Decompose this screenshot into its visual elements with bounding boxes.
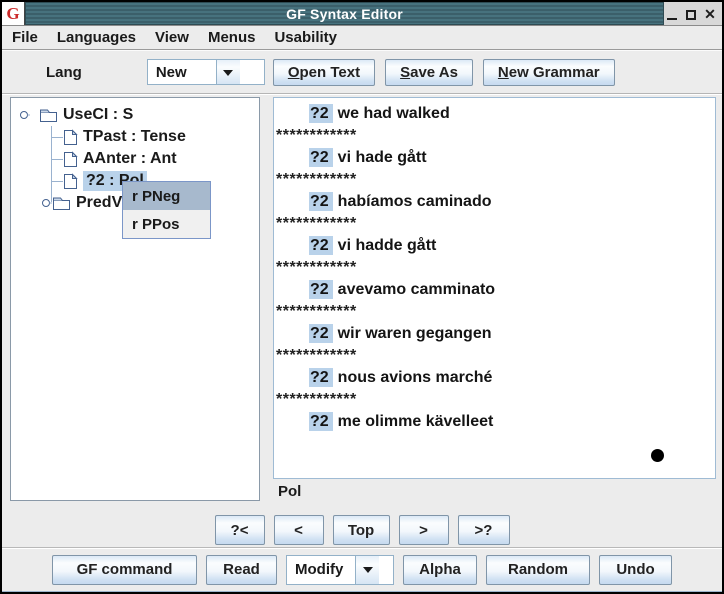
nav-top-button[interactable]: Top bbox=[333, 515, 390, 545]
refinement-popup-menu: r PNeg r PPos bbox=[122, 181, 211, 239]
separator-line: ************ bbox=[274, 301, 715, 323]
sentence-line-swedish: ?2 vi hade gått bbox=[274, 147, 715, 169]
metavariable-token[interactable]: ?2 bbox=[309, 104, 333, 123]
syntax-tree-panel[interactable]: UseCI : S TPast : Tense AAnter : Ant ?2 … bbox=[10, 97, 260, 501]
title-strip[interactable]: GF Syntax Editor bbox=[25, 2, 664, 25]
sentence-line-french: ?2 nous avions marché bbox=[274, 367, 715, 389]
separator-line: ************ bbox=[274, 125, 715, 147]
status-bar: Pol bbox=[273, 479, 716, 503]
tree-node-tpast[interactable]: TPast : Tense bbox=[63, 126, 259, 148]
window-title: GF Syntax Editor bbox=[286, 6, 403, 22]
sentence-line-norwegian: ?2 vi hadde gått bbox=[274, 235, 715, 257]
close-icon[interactable]: ✕ bbox=[704, 8, 716, 20]
sentence-text: we had walked bbox=[338, 105, 450, 122]
new-grammar-button[interactable]: New Grammar bbox=[483, 59, 615, 86]
lang-combobox[interactable]: New bbox=[147, 59, 265, 85]
main-area: UseCI : S TPast : Tense AAnter : Ant ?2 … bbox=[2, 94, 722, 509]
chevron-down-icon[interactable] bbox=[216, 60, 240, 84]
tree-node-label: AAnter : Ant bbox=[83, 150, 177, 168]
sentence-text: wir waren gegangen bbox=[338, 325, 492, 342]
sentence-line-german: ?2 wir waren gegangen bbox=[274, 323, 715, 345]
gf-command-button[interactable]: GF command bbox=[52, 555, 197, 585]
metavariable-token[interactable]: ?2 bbox=[309, 412, 333, 431]
undo-button[interactable]: Undo bbox=[599, 555, 672, 585]
sentence-line-finnish: ?2 me olimme kävelleet bbox=[274, 411, 715, 433]
open-text-button[interactable]: Open Text bbox=[273, 59, 375, 86]
maximize-icon[interactable] bbox=[685, 8, 697, 20]
open-text-label: pen Text bbox=[300, 64, 361, 81]
sentence-text: habíamos caminado bbox=[338, 193, 492, 210]
nav-prev-meta-button[interactable]: ?< bbox=[215, 515, 265, 545]
sentence-text: me olimme kävelleet bbox=[338, 413, 494, 430]
app-window: G GF Syntax Editor ✕ File Languages View… bbox=[0, 0, 724, 594]
new-grammar-mnemonic: N bbox=[498, 64, 509, 81]
menu-file[interactable]: File bbox=[12, 29, 38, 46]
random-button[interactable]: Random bbox=[486, 555, 590, 585]
tree-expand-handle-icon[interactable] bbox=[19, 110, 30, 121]
metavariable-token[interactable]: ?2 bbox=[309, 192, 333, 211]
document-icon bbox=[63, 173, 78, 190]
nav-prev-button[interactable]: < bbox=[274, 515, 324, 545]
menu-view[interactable]: View bbox=[155, 29, 189, 46]
read-button[interactable]: Read bbox=[206, 555, 277, 585]
linearization-panel[interactable]: ?2 we had walked ************ ?2 vi hade g… bbox=[273, 97, 716, 479]
metavariable-token[interactable]: ?2 bbox=[309, 148, 333, 167]
tree-node-aanter[interactable]: AAnter : Ant bbox=[63, 148, 259, 170]
sentence-text: vi hadde gått bbox=[338, 237, 437, 254]
metavariable-token[interactable]: ?2 bbox=[309, 324, 333, 343]
folder-icon bbox=[39, 108, 58, 123]
sentence-line-spanish: ?2 habíamos caminado bbox=[274, 191, 715, 213]
tree-node-label: TPast : Tense bbox=[83, 128, 186, 146]
save-as-label: ave As bbox=[410, 64, 458, 81]
sentence-line-italian: ?2 avevamo camminato bbox=[274, 279, 715, 301]
menu-menus[interactable]: Menus bbox=[208, 29, 256, 46]
chevron-down-icon[interactable] bbox=[355, 556, 379, 584]
document-icon bbox=[63, 129, 78, 146]
modify-combobox-value: Modify bbox=[287, 556, 355, 584]
separator-line: ************ bbox=[274, 169, 715, 191]
sentence-text: nous avions marché bbox=[338, 369, 493, 386]
popup-item-ppos[interactable]: r PPos bbox=[123, 210, 210, 238]
folder-icon bbox=[52, 196, 71, 211]
metavariable-token[interactable]: ?2 bbox=[309, 368, 333, 387]
tree-node-label: UseCI : S bbox=[63, 106, 133, 124]
sentence-text: avevamo camminato bbox=[338, 281, 495, 298]
nav-next-button[interactable]: > bbox=[399, 515, 449, 545]
lang-label: Lang bbox=[46, 64, 82, 81]
window-controls: ✕ bbox=[664, 2, 722, 25]
separator-line: ************ bbox=[274, 213, 715, 235]
sentence-text: vi hade gått bbox=[338, 149, 427, 166]
document-icon bbox=[63, 151, 78, 168]
navigation-row: ?< < Top > >? bbox=[2, 509, 722, 547]
lang-combobox-value: New bbox=[148, 60, 216, 84]
nav-next-meta-button[interactable]: >? bbox=[458, 515, 510, 545]
cursor-dot bbox=[651, 449, 664, 462]
gf-logo-icon: G bbox=[2, 2, 25, 25]
menubar: File Languages View Menus Usability bbox=[2, 26, 722, 50]
new-grammar-label: ew Grammar bbox=[509, 64, 600, 81]
save-as-button[interactable]: Save As bbox=[385, 59, 473, 86]
tree-node-label: PredVI bbox=[76, 194, 127, 212]
right-column: ?2 we had walked ************ ?2 vi hade g… bbox=[273, 97, 716, 509]
tree-node-useci[interactable]: UseCI : S bbox=[11, 104, 259, 126]
titlebar: G GF Syntax Editor ✕ bbox=[2, 2, 722, 26]
separator-line: ************ bbox=[274, 345, 715, 367]
menu-languages[interactable]: Languages bbox=[57, 29, 136, 46]
save-as-mnemonic: S bbox=[400, 64, 410, 81]
separator-line: ************ bbox=[274, 257, 715, 279]
alpha-button[interactable]: Alpha bbox=[403, 555, 477, 585]
popup-item-pneg[interactable]: r PNeg bbox=[123, 182, 210, 210]
bottom-toolbar: GF command Read Modify Alpha Random Undo bbox=[2, 547, 722, 592]
open-text-mnemonic: O bbox=[288, 64, 300, 81]
status-label: Pol bbox=[278, 483, 301, 500]
modify-combobox[interactable]: Modify bbox=[286, 555, 394, 585]
metavariable-token[interactable]: ?2 bbox=[309, 236, 333, 255]
gf-logo-letter: G bbox=[6, 5, 19, 22]
top-toolbar: Lang New Open Text Save As New Grammar bbox=[2, 50, 722, 94]
separator-line: ************ bbox=[274, 389, 715, 411]
menu-usability[interactable]: Usability bbox=[274, 29, 337, 46]
metavariable-token[interactable]: ?2 bbox=[309, 280, 333, 299]
minimize-icon[interactable] bbox=[666, 8, 678, 20]
sentence-line-english: ?2 we had walked bbox=[274, 103, 715, 125]
